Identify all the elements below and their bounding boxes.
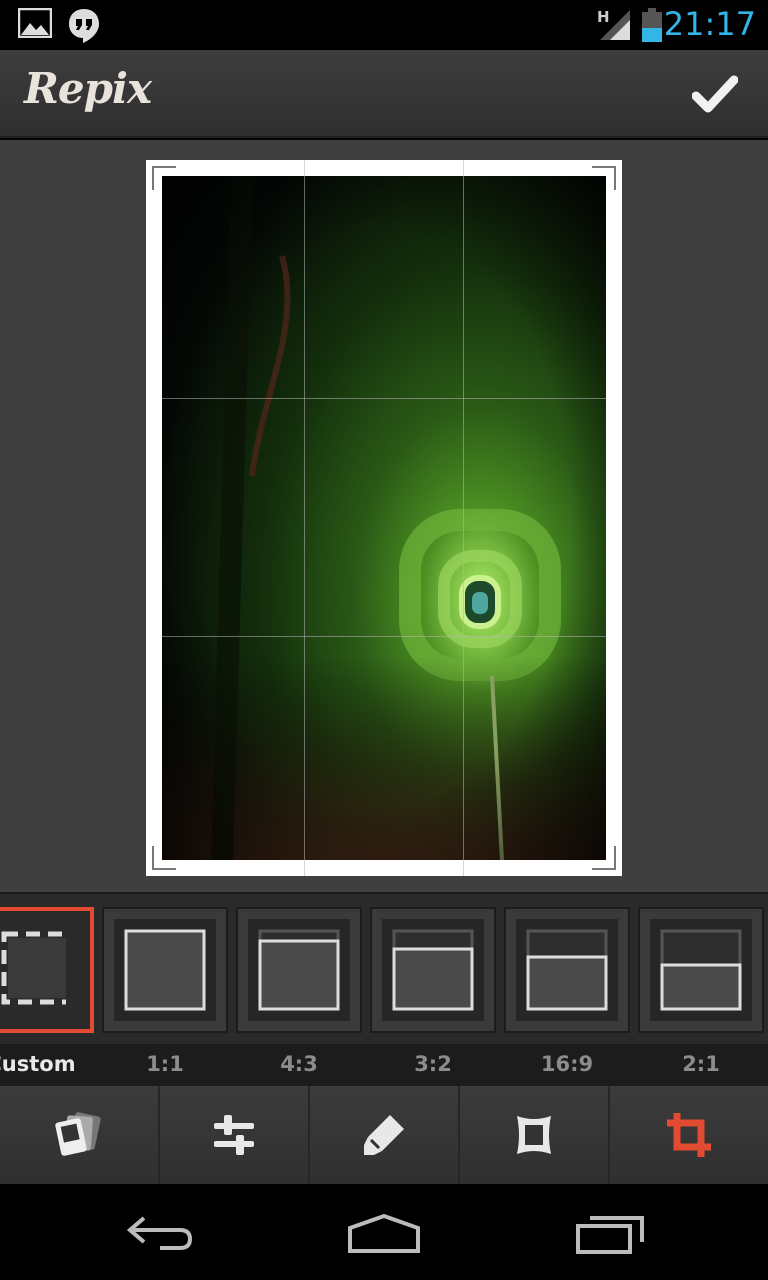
system-nav-bar [0,1184,768,1280]
photo-image [162,176,606,860]
ratio-2-1-icon [660,929,742,1011]
tool-brush[interactable] [310,1086,460,1184]
aspect-label-2-1[interactable]: 2:1 [656,1052,746,1076]
grid-line-h1 [162,398,606,399]
aspect-preview [650,919,752,1021]
crop-frame[interactable] [146,160,622,876]
crop-handle-bottom-right[interactable] [592,846,618,872]
aspect-label-custom[interactable]: Custom [0,1052,76,1076]
photo-preview [162,176,606,860]
aspect-ratio-picker [0,892,768,1044]
grid-tick [463,160,464,176]
recents-icon[interactable] [574,1214,646,1254]
aspect-preview [0,911,75,1005]
brush-icon [364,1115,404,1155]
custom-crop-icon [1,931,75,1005]
aspect-option-custom[interactable] [0,907,94,1033]
aspect-preview [516,919,618,1021]
grid-tick [463,860,464,876]
app-header: Repix [0,50,768,138]
hangouts-icon [69,9,99,43]
gallery-icon [18,8,52,38]
grid-tick [304,160,305,176]
aspect-option-1-1[interactable] [102,907,228,1033]
aspect-option-16-9[interactable] [504,907,630,1033]
tool-crop[interactable] [610,1086,768,1184]
tool-adjust[interactable] [160,1086,310,1184]
battery-icon [642,8,662,42]
checkmark-icon[interactable] [692,72,738,118]
tool-bar [0,1086,768,1184]
grid-tick [304,860,305,876]
adjust-sliders-icon [214,1115,254,1155]
status-bar: H 21:17 [0,0,768,50]
home-icon[interactable] [346,1214,422,1254]
tool-photos[interactable] [0,1086,160,1184]
frame-icon [517,1116,551,1154]
grid-line-h2 [162,636,606,637]
crop-handle-top-right[interactable] [592,164,618,190]
aspect-preview [114,919,216,1021]
aspect-label-4-3[interactable]: 4:3 [254,1052,344,1076]
ratio-3-2-icon [392,929,474,1011]
crop-canvas[interactable] [0,140,768,892]
tool-frame[interactable] [460,1086,610,1184]
aspect-option-4-3[interactable] [236,907,362,1033]
ratio-4-3-icon [258,929,340,1011]
aspect-label-16-9[interactable]: 16:9 [522,1052,612,1076]
clock: 21:17 [663,5,756,43]
ratio-16-9-icon [526,929,608,1011]
app-logo: Repix [24,64,152,113]
photos-icon [55,1112,101,1156]
aspect-labels-row: Custom 1:1 4:3 3:2 16:9 2:1 [0,1044,768,1086]
crop-handle-top-left[interactable] [150,164,176,190]
grid-line-v2 [463,176,464,860]
aspect-preview [382,919,484,1021]
aspect-option-2-1[interactable] [638,907,764,1033]
aspect-label-3-2[interactable]: 3:2 [388,1052,478,1076]
aspect-option-3-2[interactable] [370,907,496,1033]
aspect-preview [248,919,350,1021]
ratio-1-1-icon [124,929,206,1011]
signal-icon [600,10,630,40]
crop-icon [667,1113,711,1157]
crop-handle-bottom-left[interactable] [150,846,176,872]
aspect-label-1-1[interactable]: 1:1 [120,1052,210,1076]
grid-line-v1 [304,176,305,860]
back-icon[interactable] [124,1208,196,1256]
